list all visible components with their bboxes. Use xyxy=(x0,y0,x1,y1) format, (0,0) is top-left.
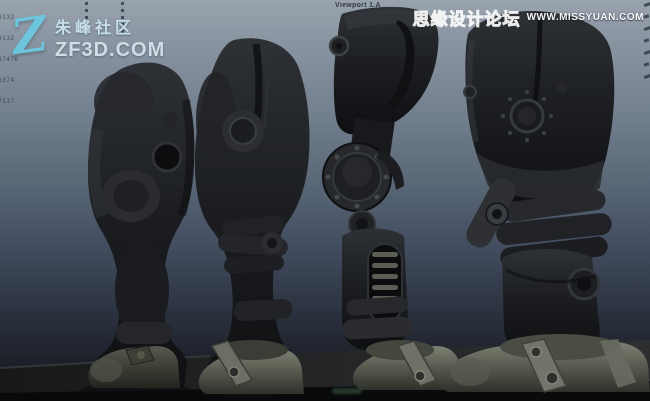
leg4-small-bolt xyxy=(557,83,567,93)
leg1-strap-buckle xyxy=(137,351,145,359)
leg4-strap-rivet xyxy=(531,347,541,357)
leg3-knee-dome xyxy=(342,157,372,187)
missyuan-title: 思缘设计论坛 xyxy=(413,5,521,30)
leg2-ankle-band xyxy=(234,298,293,321)
zf3d-site: ZF3D.COM xyxy=(55,39,165,62)
missyuan-watermark: 思缘设计论坛 WWW.MISSYUAN.COM xyxy=(413,5,644,30)
leg4-side-bolt xyxy=(464,86,476,98)
viewport-canvas[interactable]: 09132 09132 187476 96374 87517 Viewport … xyxy=(0,0,650,401)
leg1-bolt xyxy=(162,112,178,128)
model-leg-side-view[interactable] xyxy=(88,62,195,388)
leg4-strap-rivet xyxy=(546,372,558,384)
leg4-brace-joint-core xyxy=(492,209,502,219)
model-leg-front-view[interactable] xyxy=(323,7,462,390)
leg1-knee-core xyxy=(113,180,149,212)
leg1-ankle-cuff xyxy=(116,322,172,344)
model-leg-back-view[interactable] xyxy=(195,38,310,396)
leg2-shin-knob-core xyxy=(267,238,277,248)
leg2-strap-rivet xyxy=(229,367,239,377)
leg4-boot-cuff xyxy=(500,334,620,360)
leg1-toe-cap xyxy=(90,358,122,382)
leg4-round-plate-core xyxy=(518,107,536,125)
leg3-thigh-bolt-core xyxy=(336,43,342,49)
model-leg-quarter-view[interactable] xyxy=(439,11,650,392)
zf3d-title: 朱峰社区 xyxy=(55,14,165,38)
right-edge-ticks xyxy=(644,3,650,87)
hud-line: 96374 xyxy=(0,77,19,84)
leg4-toe-cap xyxy=(450,358,490,386)
leg1-port xyxy=(153,143,181,171)
leg1-hip-plate xyxy=(94,72,154,132)
leg2-side-knob xyxy=(287,141,305,159)
missyuan-site: WWW.MISSYUAN.COM xyxy=(527,12,644,23)
zf3d-logo-icon: Z xyxy=(9,12,50,60)
zf3d-watermark: Z 朱峰社区 ZF3D.COM xyxy=(12,14,165,62)
signature-smudge xyxy=(332,388,362,394)
leg3-ankle-band xyxy=(342,316,413,340)
leg3-lower-disc-core xyxy=(356,218,368,230)
leg2-disc-inner xyxy=(230,118,256,144)
hud-line: 87517 xyxy=(0,98,19,105)
leg3-strap-rivet xyxy=(415,371,425,381)
viewport-label: Viewport 1.A xyxy=(335,2,381,9)
